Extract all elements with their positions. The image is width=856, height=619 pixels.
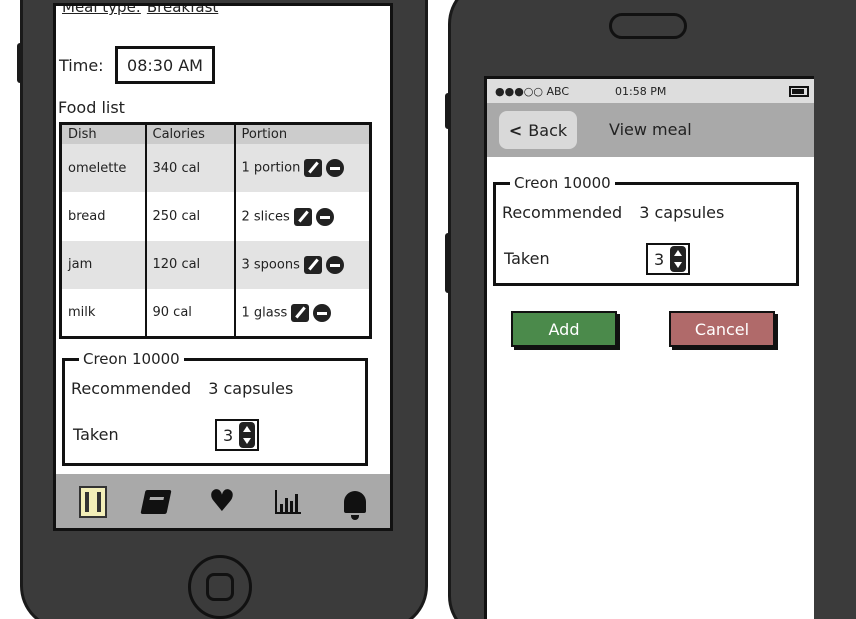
book-icon bbox=[140, 490, 172, 514]
cell-portion: 2 slices bbox=[235, 192, 371, 240]
recommended-row: Recommended 3 capsules bbox=[502, 203, 724, 222]
remove-minus-icon[interactable] bbox=[326, 159, 345, 178]
taken-value: 3 bbox=[223, 425, 234, 445]
tab-stats[interactable] bbox=[270, 484, 306, 520]
remove-minus-icon[interactable] bbox=[325, 255, 344, 274]
portion-text: 2 slices bbox=[241, 209, 290, 225]
page-title: View meal bbox=[609, 120, 692, 139]
fork-knife-icon bbox=[85, 492, 102, 512]
table-row: omelette 340 cal 1 portion bbox=[60, 144, 371, 193]
left-phone-screen: Meal type: Breakfast Time: 08:30 AM Food … bbox=[53, 3, 393, 531]
header-dish: Dish bbox=[60, 123, 147, 145]
bell-icon bbox=[343, 491, 366, 520]
header-portion: Portion bbox=[234, 123, 371, 145]
carrier-signal: ●●●○○ ABC bbox=[495, 84, 570, 98]
remove-minus-icon[interactable] bbox=[315, 207, 334, 226]
volume-button bbox=[445, 93, 451, 129]
table-row: milk 90 cal 1 glass bbox=[60, 289, 371, 338]
stepper-arrows-icon[interactable] bbox=[670, 246, 687, 272]
stepper-arrows-icon[interactable] bbox=[239, 422, 256, 448]
heart-icon: ♥ bbox=[208, 484, 236, 519]
edit-pencil-icon[interactable] bbox=[293, 207, 312, 226]
recommended-row: Recommended 3 capsules bbox=[71, 379, 293, 398]
cell-calories: 90 cal bbox=[145, 289, 236, 338]
add-button[interactable]: Add bbox=[511, 311, 617, 347]
recommended-value: 3 capsules bbox=[208, 379, 294, 398]
portion-text: 3 spoons bbox=[241, 257, 300, 273]
recommended-value: 3 capsules bbox=[639, 203, 725, 222]
table-row: jam 120 cal 3 spoons bbox=[60, 240, 371, 290]
volume-button bbox=[445, 233, 451, 293]
volume-button bbox=[17, 43, 23, 83]
cell-calories: 340 cal bbox=[145, 144, 236, 193]
edit-pencil-icon[interactable] bbox=[291, 303, 310, 322]
cell-portion: 3 spoons bbox=[234, 240, 371, 290]
back-label: Back bbox=[528, 120, 568, 140]
remove-minus-icon[interactable] bbox=[313, 303, 332, 322]
cell-calories: 120 cal bbox=[145, 240, 236, 290]
creon-panel: Creon 10000 Recommended 3 capsules Taken… bbox=[493, 174, 799, 286]
header-calories: Calories bbox=[145, 123, 236, 145]
cell-dish: jam bbox=[60, 240, 147, 290]
cell-dish: bread bbox=[60, 192, 147, 241]
back-button[interactable]: < Back bbox=[499, 111, 577, 149]
speaker-slot bbox=[609, 13, 687, 39]
recommended-label: Recommended bbox=[502, 203, 623, 222]
meal-type-label: Meal type: bbox=[62, 3, 141, 16]
right-phone: ●●●○○ ABC 01:58 PM < Back View meal Creo… bbox=[445, 0, 856, 619]
taken-value: 3 bbox=[654, 249, 665, 269]
creon-panel: Creon 10000 Recommended 3 capsules Taken… bbox=[62, 350, 368, 466]
portion-text: 1 portion bbox=[241, 160, 301, 176]
creon-title: Creon 10000 bbox=[79, 350, 184, 368]
time-input[interactable]: 08:30 AM bbox=[115, 46, 215, 84]
cell-portion: 1 glass bbox=[235, 289, 371, 337]
chevron-left-icon: < bbox=[508, 120, 523, 140]
portion-text: 1 glass bbox=[241, 305, 288, 321]
edit-pencil-icon[interactable] bbox=[304, 159, 323, 178]
meal-type: Meal type: Breakfast bbox=[62, 3, 219, 16]
food-table: Dish Calories Portion omelette 340 cal 1… bbox=[59, 122, 372, 339]
taken-label: Taken bbox=[73, 425, 119, 444]
status-bar: ●●●○○ ABC 01:58 PM bbox=[487, 79, 814, 103]
right-phone-screen: ●●●○○ ABC 01:58 PM < Back View meal Creo… bbox=[484, 76, 814, 619]
tab-meals[interactable] bbox=[79, 486, 108, 518]
bottom-tab-bar: ♥ bbox=[56, 474, 390, 528]
cell-dish: milk bbox=[60, 289, 147, 338]
navigation-bar: < Back View meal bbox=[487, 103, 814, 157]
status-time: 01:58 PM bbox=[615, 84, 667, 98]
home-button[interactable] bbox=[188, 555, 252, 619]
taken-label: Taken bbox=[504, 249, 550, 268]
left-phone: Meal type: Breakfast Time: 08:30 AM Food … bbox=[17, 0, 428, 619]
taken-stepper[interactable]: 3 bbox=[215, 419, 260, 451]
table-header-row: Dish Calories Portion bbox=[60, 123, 371, 145]
food-list-label: Food list bbox=[58, 98, 125, 117]
cell-calories: 250 cal bbox=[145, 192, 236, 241]
battery-icon bbox=[789, 85, 809, 97]
home-square-icon bbox=[206, 573, 234, 601]
cell-portion: 1 portion bbox=[234, 144, 371, 193]
edit-pencil-icon[interactable] bbox=[303, 255, 322, 274]
bar-chart-icon bbox=[275, 490, 302, 514]
recommended-label: Recommended bbox=[71, 379, 192, 398]
cell-dish: omelette bbox=[60, 144, 147, 193]
stage: Meal type: Breakfast Time: 08:30 AM Food … bbox=[0, 0, 856, 619]
creon-title: Creon 10000 bbox=[510, 174, 615, 192]
cancel-button[interactable]: Cancel bbox=[669, 311, 775, 347]
table-row: bread 250 cal 2 slices bbox=[60, 192, 371, 241]
tab-notifications[interactable] bbox=[337, 484, 373, 520]
time-label: Time: bbox=[59, 56, 104, 75]
tab-diary[interactable] bbox=[138, 484, 174, 520]
taken-stepper[interactable]: 3 bbox=[646, 243, 691, 275]
meal-type-value: Breakfast bbox=[146, 3, 219, 16]
tab-health[interactable]: ♥ bbox=[204, 484, 240, 520]
